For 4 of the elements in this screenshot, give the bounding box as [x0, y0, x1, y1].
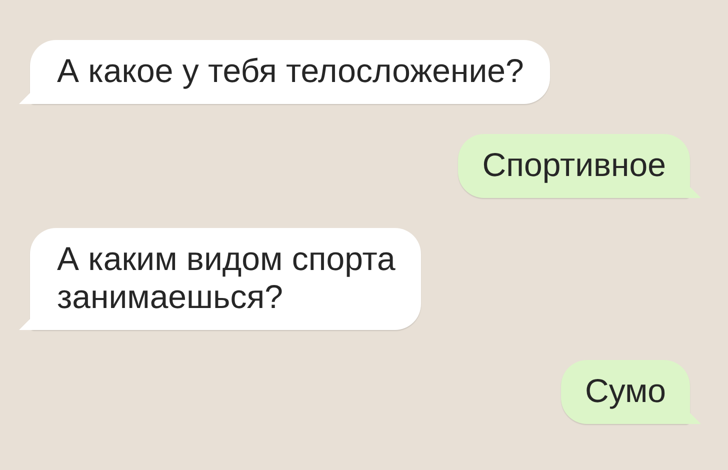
- incoming-message: А каким видом спорта занимаешься?: [19, 228, 422, 330]
- outgoing-message: Спортивное: [458, 134, 701, 198]
- incoming-message: А какое у тебя телосложение?: [19, 40, 550, 104]
- outgoing-message: Сумо: [560, 360, 701, 424]
